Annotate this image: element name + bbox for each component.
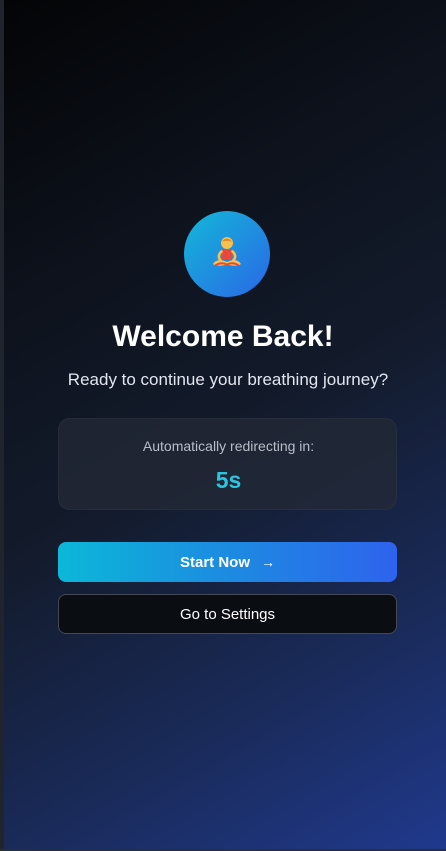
- welcome-screen: Welcome Back! Ready to continue your bre…: [0, 0, 446, 851]
- redirect-countdown-value: 5s: [215, 467, 242, 493]
- go-to-settings-label: Go to Settings: [179, 605, 276, 623]
- go-to-settings-button[interactable]: Go to Settings: [58, 594, 397, 634]
- redirect-countdown-label: Automatically redirecting in:: [142, 438, 315, 454]
- meditation-avatar: [184, 211, 270, 297]
- start-now-button[interactable]: Start Now →: [58, 542, 397, 582]
- left-edge-divider: [0, 0, 4, 851]
- arrow-right-icon: →: [261, 554, 275, 570]
- welcome-subtitle: Ready to continue your breathing journey…: [67, 370, 389, 389]
- redirect-countdown-card: Automatically redirecting in: 5s: [58, 418, 397, 510]
- start-now-label: Start Now: [179, 553, 250, 571]
- welcome-title: Welcome Back!: [112, 320, 334, 353]
- person-in-lotus-position-icon: [213, 237, 241, 266]
